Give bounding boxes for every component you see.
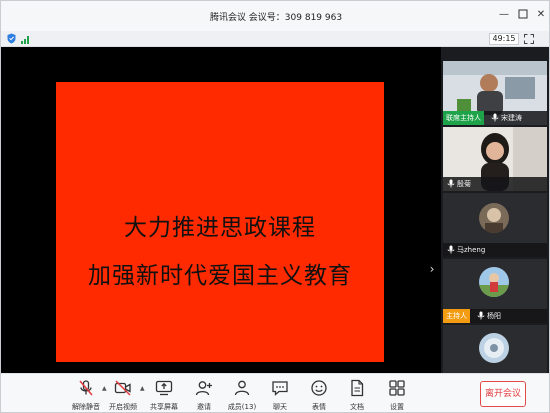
status-bar: 49:15 xyxy=(1,31,549,47)
meeting-window: 腾讯会议 会议号：309 819 963 — ✕ 49:15 大力推进思政课程 … xyxy=(0,0,550,413)
participant-name: 杨阳 xyxy=(487,312,501,320)
participant-tile[interactable]: 主持人 杨阳 xyxy=(443,259,547,323)
avatar xyxy=(479,267,509,297)
meeting-timer: 49:15 xyxy=(489,33,519,45)
window-title: 腾讯会议 会议号：309 819 963 xyxy=(209,13,343,23)
participant-name: 马zheng xyxy=(457,246,486,254)
chat-icon xyxy=(272,381,288,396)
leave-meeting-button[interactable]: 离开会议 xyxy=(480,381,526,407)
shared-screen-stage: 大力推进思政课程 加强新时代爱国主义教育 › xyxy=(1,47,441,373)
participant-tile[interactable] xyxy=(443,325,547,373)
meeting-toolbar: 解除静音 ▲ 开启视频 ▲ 共享屏幕 邀请 成员(13) 聊天 表情 文档 设置… xyxy=(1,373,549,412)
shield-icon[interactable] xyxy=(7,33,16,44)
settings-button[interactable]: 设置 xyxy=(375,377,419,412)
participant-caption: 联席主持人 宋建涛 xyxy=(443,111,547,125)
title-bar: 腾讯会议 会议号：309 819 963 — ✕ xyxy=(1,1,549,31)
invite-icon xyxy=(195,381,212,396)
participant-tile[interactable]: 殷菊 xyxy=(443,127,547,191)
presentation-slide: 大力推进思政课程 加强新时代爱国主义教育 xyxy=(56,82,384,362)
maximize-button[interactable] xyxy=(517,9,529,21)
minimize-button[interactable]: — xyxy=(498,9,510,21)
participant-caption: 殷菊 xyxy=(443,177,547,191)
mic-icon xyxy=(447,179,455,188)
collapse-sidebar-chevron-icon[interactable]: › xyxy=(427,262,437,276)
signal-bars-icon[interactable] xyxy=(21,34,31,44)
participant-caption: 马zheng xyxy=(443,243,547,257)
host-badge: 主持人 xyxy=(443,309,470,323)
settings-label: 设置 xyxy=(390,403,404,411)
members-icon xyxy=(234,380,250,396)
participant-video-list: 联席主持人 宋建涛 殷菊 马zheng 主持人 杨阳 xyxy=(441,47,549,373)
participant-name: 宋建涛 xyxy=(501,114,522,122)
share-screen-icon xyxy=(155,380,173,396)
document-icon xyxy=(351,379,364,397)
co-host-badge: 联席主持人 xyxy=(443,111,484,125)
slide-title-line-1: 大力推进思政课程 xyxy=(124,215,316,241)
slide-title-line-2: 加强新时代爱国主义教育 xyxy=(88,263,352,289)
mic-icon xyxy=(447,245,455,254)
fullscreen-icon[interactable] xyxy=(524,34,534,44)
mic-icon xyxy=(477,311,485,320)
settings-icon xyxy=(389,380,405,396)
close-button[interactable]: ✕ xyxy=(535,9,547,21)
participant-name: 殷菊 xyxy=(457,180,471,188)
mic-muted-icon xyxy=(79,380,93,396)
avatar xyxy=(479,333,509,363)
participant-caption: 主持人 杨阳 xyxy=(443,309,547,323)
mic-icon xyxy=(491,113,499,122)
participant-tile[interactable]: 马zheng xyxy=(443,193,547,257)
participant-tile[interactable]: 联席主持人 宋建涛 xyxy=(443,61,547,125)
video-off-icon xyxy=(114,380,131,396)
avatar xyxy=(479,203,509,233)
emoji-icon xyxy=(311,380,327,396)
